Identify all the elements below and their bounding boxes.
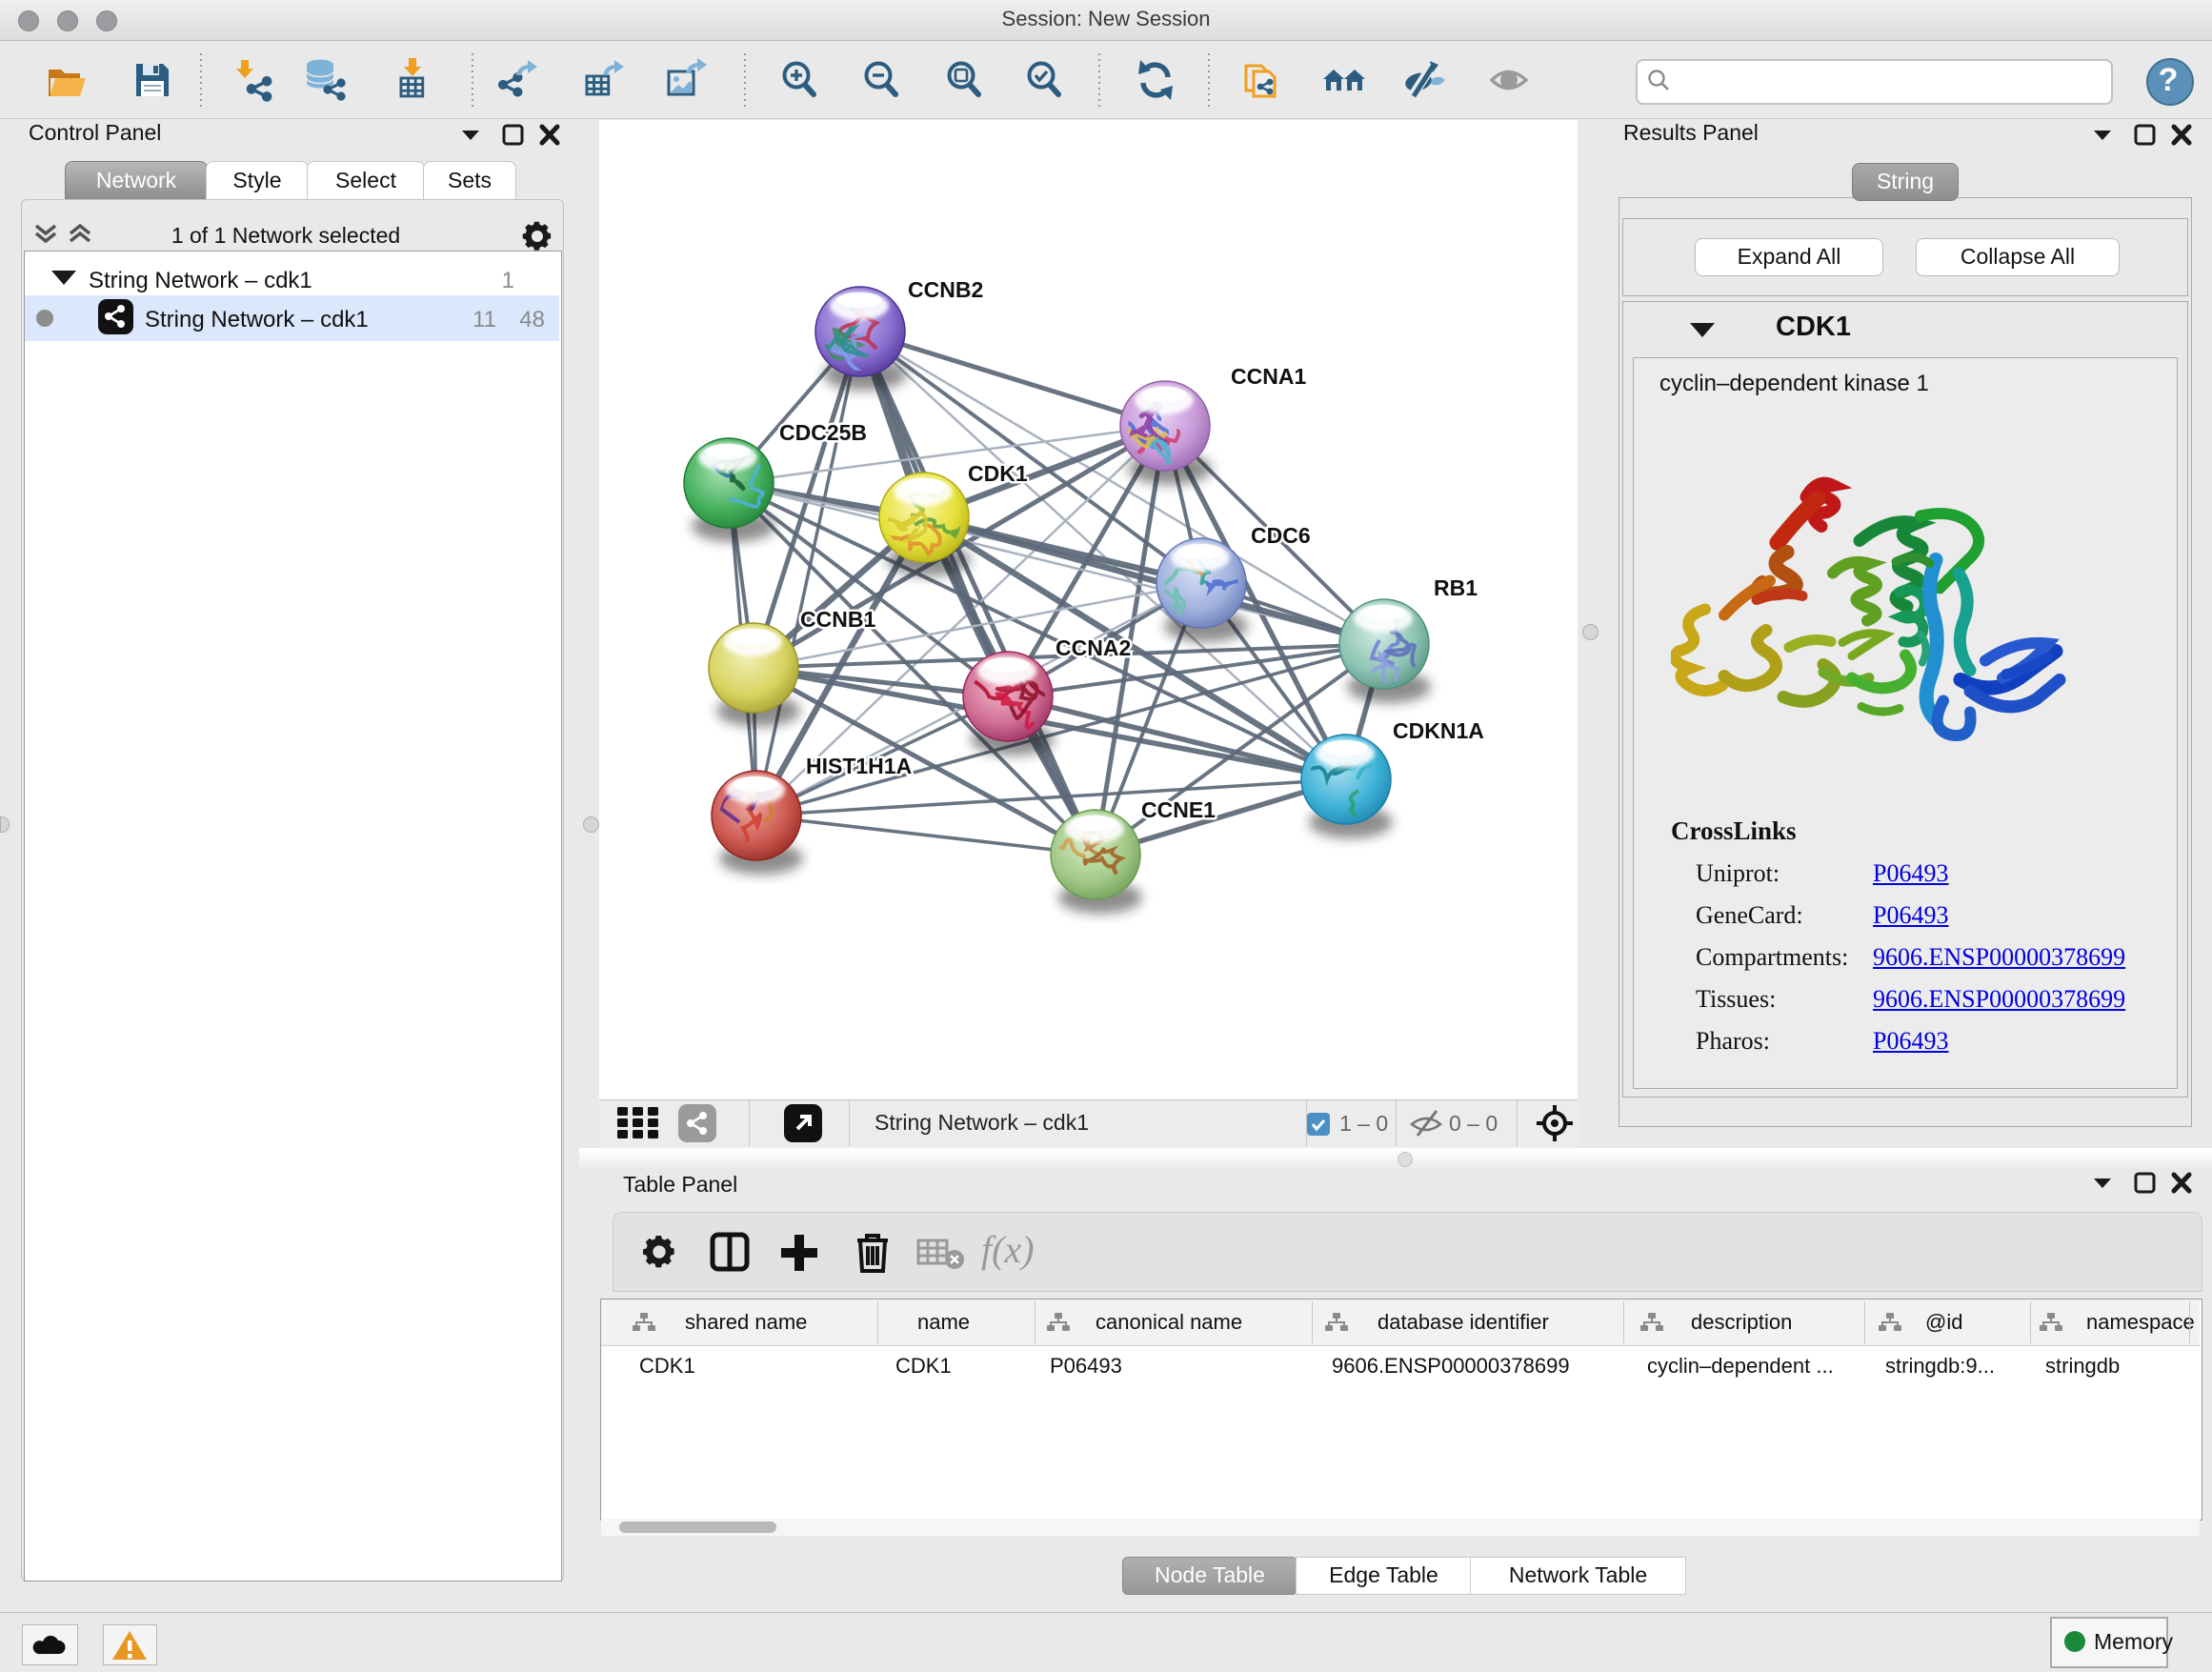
svg-text:HIST1H1A: HIST1H1A <box>806 754 912 778</box>
svg-text:CCNB2: CCNB2 <box>908 277 983 302</box>
svg-text:CCNE1: CCNE1 <box>1141 797 1216 822</box>
svg-text:RB1: RB1 <box>1434 575 1478 600</box>
svg-text:CDK1: CDK1 <box>968 461 1028 486</box>
svg-text:CDC6: CDC6 <box>1251 523 1311 548</box>
svg-text:CDC25B: CDC25B <box>779 420 867 445</box>
svg-text:CDKN1A: CDKN1A <box>1393 718 1484 743</box>
svg-text:CCNB1: CCNB1 <box>800 607 875 632</box>
svg-text:CCNA2: CCNA2 <box>1056 635 1131 660</box>
svg-text:CCNA1: CCNA1 <box>1231 364 1306 389</box>
